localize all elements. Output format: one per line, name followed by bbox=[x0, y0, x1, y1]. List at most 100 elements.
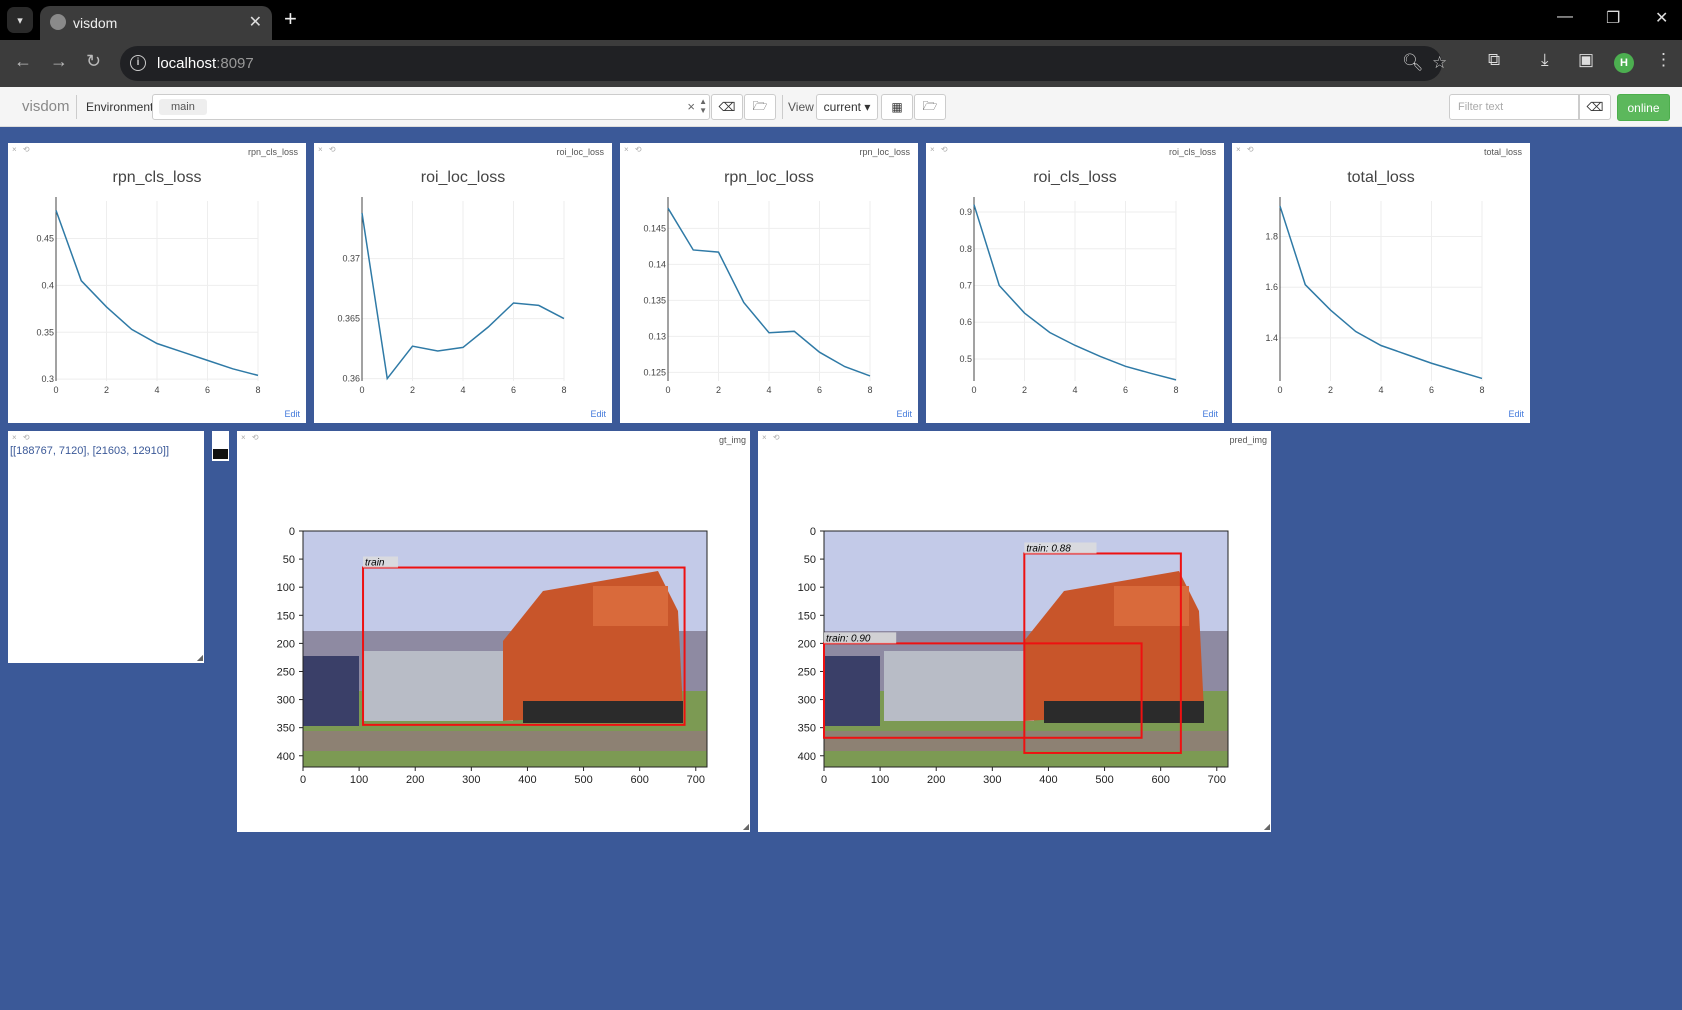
site-info-icon[interactable]: i bbox=[130, 55, 146, 71]
y-tick-label: 0.36 bbox=[342, 374, 360, 384]
filter-input[interactable]: Filter text bbox=[1449, 94, 1579, 120]
x-tick-label: 2 bbox=[716, 385, 721, 395]
image-pane-pred[interactable]: × ⟲ pred_img 0 100 200 300 400 500 600 700 0 50 10… bbox=[758, 431, 1271, 832]
line-chart[interactable]: 0 2 4 6 8 0.5 0.6 0.7 0.8 0.9 bbox=[926, 143, 1224, 423]
text-pane[interactable]: × ⟲ [[188767, 7120], [21603, 12910]] ◢ bbox=[8, 431, 204, 663]
profile-avatar[interactable]: H bbox=[1614, 53, 1634, 73]
line-chart[interactable]: 0 2 4 6 8 0.36 0.365 0.37 bbox=[314, 143, 612, 423]
zoom-icon[interactable]: 🔍︎ bbox=[1402, 53, 1424, 73]
x-tick-label: 0 bbox=[300, 774, 306, 786]
collapsed-pane[interactable] bbox=[212, 431, 229, 461]
y-tick-label: 1.6 bbox=[1265, 282, 1278, 292]
y-tick-label: 250 bbox=[277, 666, 295, 678]
x-tick-label: 200 bbox=[406, 774, 424, 786]
environment-select[interactable]: main × ▲ ▼ bbox=[152, 94, 710, 120]
reload-icon[interactable]: ↻ bbox=[86, 51, 101, 72]
locomotive-cab bbox=[593, 586, 668, 626]
chart-pane-roi-cls-loss[interactable]: × ⟲ roi_cls_loss roi_cls_loss 0 2 4 6 8 0.5 0.… bbox=[926, 143, 1224, 423]
edit-link[interactable]: Edit bbox=[590, 409, 606, 419]
resize-handle[interactable]: ◢ bbox=[743, 822, 749, 831]
x-tick-label: 100 bbox=[871, 774, 889, 786]
manage-env-button[interactable]: 🗁 bbox=[744, 94, 776, 120]
y-tick-label: 0.37 bbox=[342, 254, 360, 264]
repack-grid-button[interactable]: ▦ bbox=[881, 94, 913, 120]
line-chart[interactable]: 0 2 4 6 8 0.125 0.13 0.135 0.14 0.145 bbox=[620, 143, 918, 423]
chart-pane-total-loss[interactable]: × ⟲ total_loss total_loss 0 2 4 6 8 1.4 1.6 1.8… bbox=[1232, 143, 1530, 423]
collapsed-pane-thumbnail bbox=[213, 449, 228, 459]
resize-handle[interactable]: ◢ bbox=[1264, 822, 1270, 831]
browser-tab-bar: ▾ visdom ✕ + — ❐ ✕ bbox=[0, 0, 1682, 40]
y-tick-label: 100 bbox=[277, 582, 295, 594]
minimize-icon[interactable]: — bbox=[1557, 8, 1573, 26]
x-tick-label: 100 bbox=[350, 774, 368, 786]
edit-link[interactable]: Edit bbox=[1202, 409, 1218, 419]
browser-tab[interactable]: visdom ✕ bbox=[40, 6, 272, 40]
window-close-icon[interactable]: ✕ bbox=[1655, 8, 1668, 28]
bookmark-star-icon[interactable]: ☆ bbox=[1432, 53, 1447, 73]
extensions-icon[interactable]: ⧉ bbox=[1488, 50, 1500, 70]
box-label: train: 0.90 bbox=[826, 633, 871, 644]
download-icon[interactable]: ⤓ bbox=[1541, 50, 1549, 70]
chart-pane-rpn-cls-loss[interactable]: × ⟲ rpn_cls_loss rpn_cls_loss 0 2 4 6 8 0.3 0.… bbox=[8, 143, 306, 423]
manage-views-button[interactable]: 🗁 bbox=[914, 94, 946, 120]
restore-icon[interactable]: ❐ bbox=[1606, 8, 1620, 28]
x-tick-label: 2 bbox=[1328, 385, 1333, 395]
y-tick-label: 300 bbox=[798, 695, 816, 707]
new-tab-plus-icon[interactable]: + bbox=[284, 6, 297, 32]
detection-image: 0 100 200 300 400 500 600 700 0 50 100 150 200 250 300… bbox=[277, 526, 708, 786]
environment-tag[interactable]: main bbox=[159, 99, 207, 115]
line-chart[interactable]: 0 2 4 6 8 0.3 0.35 0.4 0.45 bbox=[8, 143, 306, 423]
x-tick-label: 8 bbox=[255, 385, 260, 395]
edit-link[interactable]: Edit bbox=[896, 409, 912, 419]
x-tick-label: 600 bbox=[630, 774, 648, 786]
caret-updown-icon[interactable]: ▲ ▼ bbox=[699, 97, 707, 115]
x-tick-label: 2 bbox=[1022, 385, 1027, 395]
x-tick-label: 0 bbox=[665, 385, 670, 395]
line-chart[interactable]: 0 2 4 6 8 1.4 1.6 1.8 bbox=[1232, 143, 1530, 423]
x-tick-label: 0 bbox=[359, 385, 364, 395]
y-tick-label: 300 bbox=[277, 695, 295, 707]
x-tick-label: 6 bbox=[817, 385, 822, 395]
x-tick-label: 400 bbox=[518, 774, 536, 786]
y-tick-label: 0.3 bbox=[41, 374, 54, 384]
back-arrow-icon[interactable]: ← bbox=[14, 51, 32, 72]
x-tick-label: 4 bbox=[766, 385, 771, 395]
tab-close-icon[interactable]: ✕ bbox=[249, 12, 262, 32]
folder-open-icon: 🗁 bbox=[922, 98, 938, 113]
track-gravel bbox=[824, 731, 1228, 751]
resize-handle[interactable]: ◢ bbox=[197, 653, 203, 662]
x-tick-label: 6 bbox=[205, 385, 210, 395]
y-tick-label: 0.135 bbox=[643, 295, 666, 305]
x-tick-label: 500 bbox=[1095, 774, 1113, 786]
y-tick-label: 0.13 bbox=[648, 331, 666, 341]
chart-pane-roi-loc-loss[interactable]: × ⟲ roi_loc_loss roi_loc_loss 0 2 4 6 8 0.36 0… bbox=[314, 143, 612, 423]
chart-pane-rpn-loc-loss[interactable]: × ⟲ rpn_loc_loss rpn_loc_loss 0 2 4 6 8 0.125… bbox=[620, 143, 918, 423]
box-label: train: 0.88 bbox=[1026, 543, 1071, 554]
forward-arrow-icon[interactable]: → bbox=[50, 51, 68, 72]
edit-link[interactable]: Edit bbox=[1508, 409, 1524, 419]
pane-close-icons[interactable]: × ⟲ bbox=[12, 433, 32, 442]
clear-env-button[interactable]: ⌫ bbox=[711, 94, 743, 120]
x-tick-label: 400 bbox=[1039, 774, 1057, 786]
clear-icon[interactable]: × bbox=[687, 99, 695, 114]
menu-kebab-icon[interactable]: ⋮ bbox=[1655, 50, 1672, 70]
side-panel-icon[interactable]: ▣ bbox=[1578, 50, 1594, 70]
url-input[interactable]: i localhost:8097 🔍︎ ☆ bbox=[120, 46, 1447, 81]
edit-link[interactable]: Edit bbox=[284, 409, 300, 419]
y-tick-label: 1.4 bbox=[1265, 333, 1278, 343]
folder-open-icon: 🗁 bbox=[752, 98, 768, 113]
x-tick-label: 4 bbox=[1072, 385, 1077, 395]
blue-car bbox=[824, 656, 880, 726]
tab-search-chevron-icon[interactable]: ▾ bbox=[7, 7, 33, 33]
x-tick-label: 600 bbox=[1151, 774, 1169, 786]
eraser-icon: ⌫ bbox=[1586, 100, 1604, 114]
image-pane-gt[interactable]: × ⟲ gt_img 0 100 200 300 400 500 600 700 0 50 100 1… bbox=[237, 431, 750, 832]
brand-logo[interactable]: visdom bbox=[22, 98, 70, 115]
x-tick-label: 2 bbox=[104, 385, 109, 395]
y-tick-label: 350 bbox=[798, 723, 816, 735]
online-status-button[interactable]: online bbox=[1617, 94, 1670, 121]
clear-filter-button[interactable]: ⌫ bbox=[1579, 94, 1611, 120]
track-gravel bbox=[303, 731, 707, 751]
y-tick-label: 0.14 bbox=[648, 259, 666, 269]
view-select[interactable]: current ▾ bbox=[816, 94, 878, 120]
